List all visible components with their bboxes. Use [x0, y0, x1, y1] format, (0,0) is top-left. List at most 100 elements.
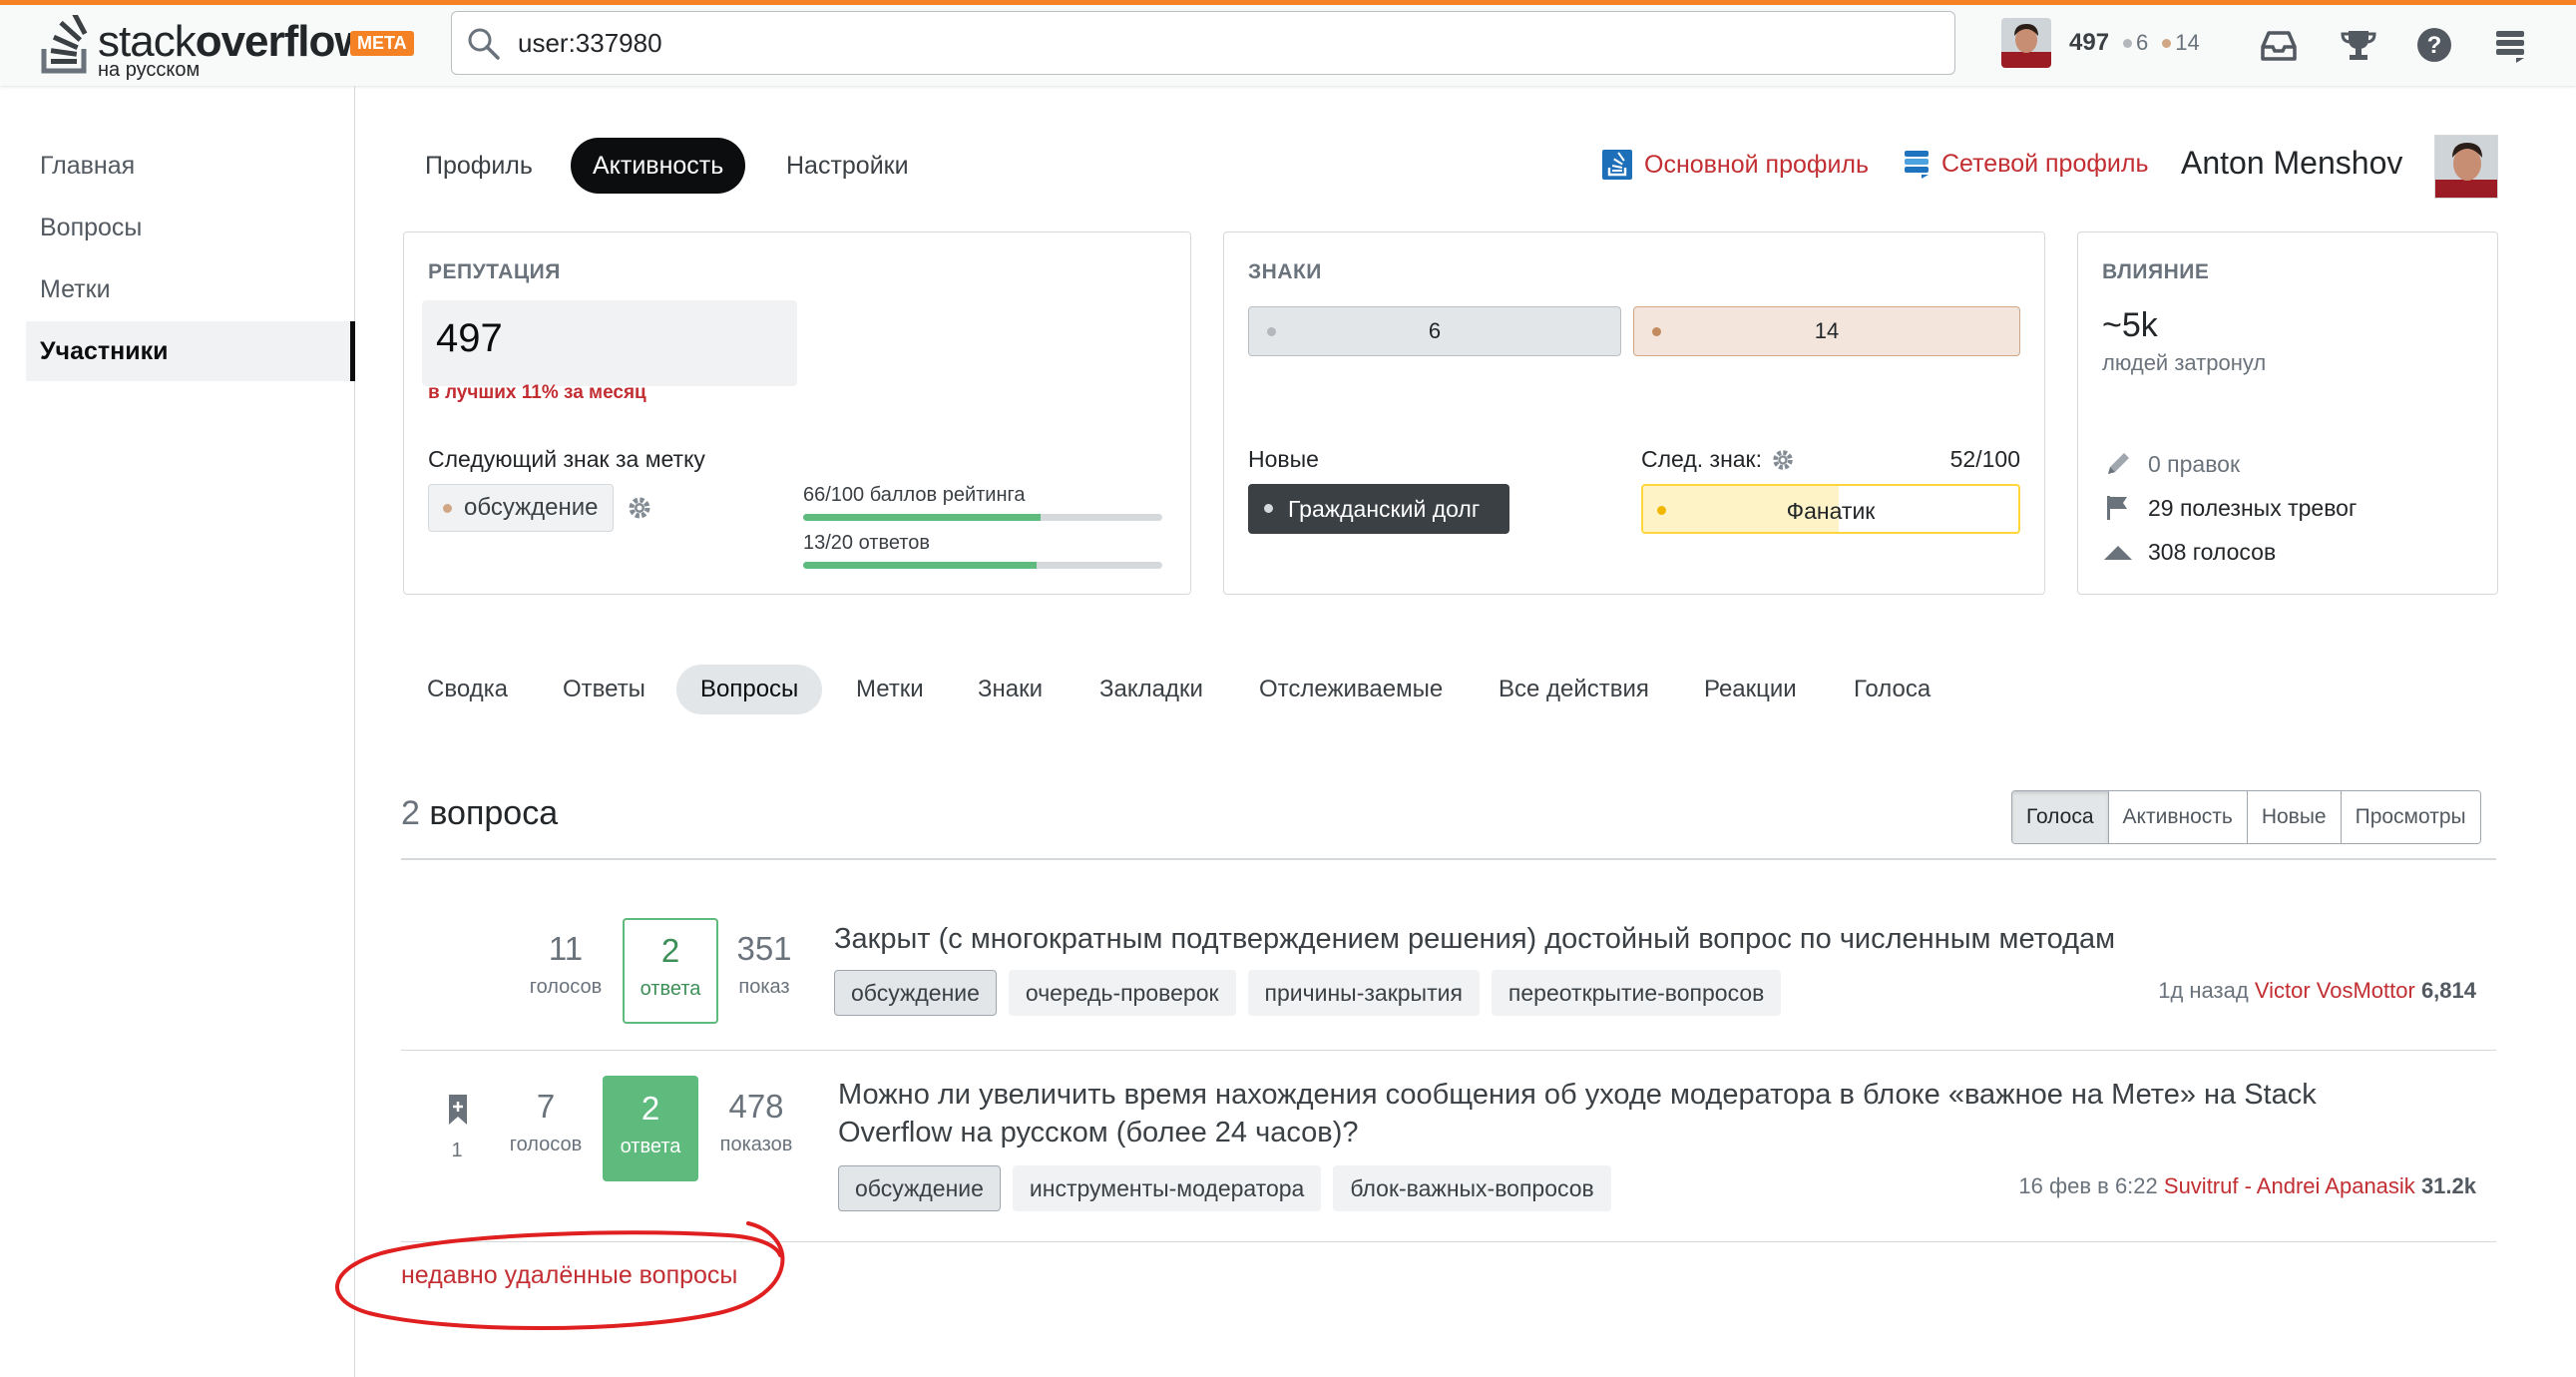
new-badge-civic-duty[interactable]: Гражданский долг — [1248, 484, 1509, 534]
views-label: показов — [719, 1134, 793, 1155]
question-title-line-1: Можно ли увеличить время нахождения сооб… — [838, 1079, 2317, 1111]
answers-count: 2 — [641, 1090, 660, 1127]
silver-count: 6 — [2136, 30, 2149, 55]
bookmark-icon[interactable] — [443, 1092, 473, 1128]
bronze-dot-icon — [2162, 38, 2172, 48]
search-input[interactable] — [516, 22, 1913, 64]
tab-profile[interactable]: Профиль — [403, 138, 555, 194]
site-switcher-icon[interactable] — [2488, 23, 2532, 67]
sort-votes[interactable]: Голоса — [2012, 791, 2108, 843]
user-display-name: Anton Menshov — [2181, 145, 2403, 181]
bookmark-count-value: 1 — [451, 1140, 463, 1161]
tag-reopen-questions[interactable]: переоткрытие-вопросов — [1491, 970, 1782, 1016]
reputation-value: 497 — [436, 316, 503, 360]
pencil-icon — [2108, 453, 2129, 474]
left-sidebar: Главная Вопросы Метки Участники — [0, 86, 355, 1377]
avatar[interactable] — [2001, 18, 2051, 68]
new-badge-label: Гражданский долг — [1288, 496, 1481, 522]
question-title-link[interactable]: Можно ли увеличить время нахождения сооб… — [838, 1076, 2474, 1151]
next-tag-badge-label: Следующий знак за метку — [428, 446, 705, 472]
search-box[interactable] — [451, 11, 1955, 75]
next-badge-fanatic[interactable]: Фанатик — [1641, 484, 2020, 534]
stack-exchange-icon — [1905, 151, 1929, 179]
meta-badge: META — [350, 31, 414, 56]
inbox-icon[interactable] — [2257, 23, 2301, 67]
site-logo[interactable]: stackoverflow на русском META — [38, 9, 417, 85]
question-votes: 11 голосов — [519, 930, 613, 999]
votes-count: 11 — [548, 930, 584, 967]
sidebar-item-questions[interactable]: Вопросы — [26, 198, 355, 257]
question-title-link[interactable]: Закрыт (с многократным подтверждением ре… — [834, 920, 2470, 958]
impact-title: ВЛИЯНИЕ — [2102, 260, 2210, 283]
list-divider — [401, 858, 2496, 860]
silver-badge-count: 6 — [1428, 318, 1442, 343]
gear-icon[interactable] — [1770, 447, 1796, 473]
network-profile-label: Сетевой профиль — [1941, 149, 2149, 178]
subtab-following[interactable]: Отслеживаемые — [1235, 665, 1467, 714]
sort-views[interactable]: Просмотры — [2340, 791, 2480, 843]
question-author-rep: 6,814 — [2420, 978, 2476, 1003]
sort-activity[interactable]: Активность — [2107, 791, 2247, 843]
answers-label: ответа — [620, 1136, 681, 1157]
tag-review-queue[interactable]: очередь-проверок — [1008, 970, 1236, 1016]
tab-settings[interactable]: Настройки — [764, 138, 931, 194]
impact-flags: 29 полезных тревог — [2102, 492, 2357, 524]
tag-discussion[interactable]: обсуждение — [834, 970, 997, 1016]
votes-label: голосов — [509, 1134, 583, 1155]
silver-badges-box[interactable]: 6 — [1248, 306, 1621, 356]
subtab-summary[interactable]: Сводка — [403, 665, 532, 714]
sidebar-item-home[interactable]: Главная — [26, 136, 355, 196]
impact-value: ~5k — [2102, 306, 2158, 344]
question-author-link[interactable]: Victor VosMottor — [2255, 978, 2415, 1003]
svg-text:?: ? — [2427, 32, 2442, 59]
help-icon[interactable]: ? — [2412, 23, 2456, 67]
subtab-reactions[interactable]: Реакции — [1680, 665, 1821, 714]
row-divider — [401, 1050, 2496, 1051]
user-avatar[interactable] — [2434, 135, 2498, 199]
subtab-all-actions[interactable]: Все действия — [1475, 665, 1673, 714]
questions-count-title: 2 вопроса — [401, 794, 558, 833]
impact-votes-text: 308 голосов — [2148, 538, 2277, 565]
tag-featured-questions-block[interactable]: блок-важных-вопросов — [1333, 1165, 1611, 1211]
subtab-questions[interactable]: Вопросы — [676, 665, 823, 714]
header-reputation: 497 — [2069, 29, 2110, 56]
silver-dot-icon — [1267, 327, 1276, 336]
sort-newest[interactable]: Новые — [2246, 791, 2341, 843]
tab-activity[interactable]: Активность — [571, 138, 746, 194]
main-profile-link[interactable]: Основной профиль — [1600, 148, 1869, 182]
subtab-badges[interactable]: Знаки — [954, 665, 1067, 714]
achievements-trophy-icon[interactable] — [2337, 23, 2380, 67]
question-meta: 16 фев в 6:22 Suvitruf - Andrei Apanasik… — [2018, 1173, 2476, 1199]
answers-count: 2 — [660, 932, 680, 969]
gear-icon[interactable] — [626, 494, 653, 522]
tag-close-reasons[interactable]: причины-закрытия — [1247, 970, 1480, 1016]
next-badge-tag[interactable]: обсуждение — [428, 484, 614, 532]
subtab-answers[interactable]: Ответы — [539, 665, 669, 714]
question-answers: 2 ответа — [623, 918, 718, 1024]
network-profile-link[interactable]: Сетевой профиль — [1902, 148, 2149, 180]
progress-score-bar — [803, 514, 1162, 521]
question-time[interactable]: 1д назад — [2158, 978, 2248, 1003]
bronze-badges-box[interactable]: 14 — [1633, 306, 2020, 356]
question-meta: 1д назад Victor VosMottor 6,814 — [2158, 978, 2476, 1004]
subtab-votes[interactable]: Голоса — [1830, 665, 1954, 714]
stack-logo-icon — [41, 15, 88, 74]
views-count: 478 — [728, 1088, 784, 1125]
sidebar-item-users[interactable]: Участники — [26, 321, 355, 381]
votes-label: голосов — [529, 976, 603, 998]
question-time[interactable]: 16 фев в 6:22 — [2018, 1173, 2157, 1198]
tag-moderator-tools[interactable]: инструменты-модератора — [1012, 1165, 1322, 1211]
new-badges-label: Новые — [1248, 446, 1319, 472]
impact-card: ВЛИЯНИЕ ~5k людей затронул 0 правок 29 п… — [2077, 231, 2498, 595]
views-label: показ — [738, 976, 790, 998]
avatar-image — [2435, 136, 2497, 198]
subtab-tags[interactable]: Метки — [832, 665, 948, 714]
progress-score-fill — [803, 514, 1041, 521]
user-summary[interactable]: 497 6 14 — [2001, 17, 2200, 69]
tag-discussion[interactable]: обсуждение — [838, 1165, 1001, 1211]
subtab-bookmarks[interactable]: Закладки — [1075, 665, 1227, 714]
upvote-icon — [2104, 546, 2132, 560]
question-author-link[interactable]: Suvitruf - Andrei Apanasik — [2164, 1173, 2415, 1198]
progress-answers-bar — [803, 562, 1162, 569]
sidebar-item-tags[interactable]: Метки — [26, 259, 355, 319]
